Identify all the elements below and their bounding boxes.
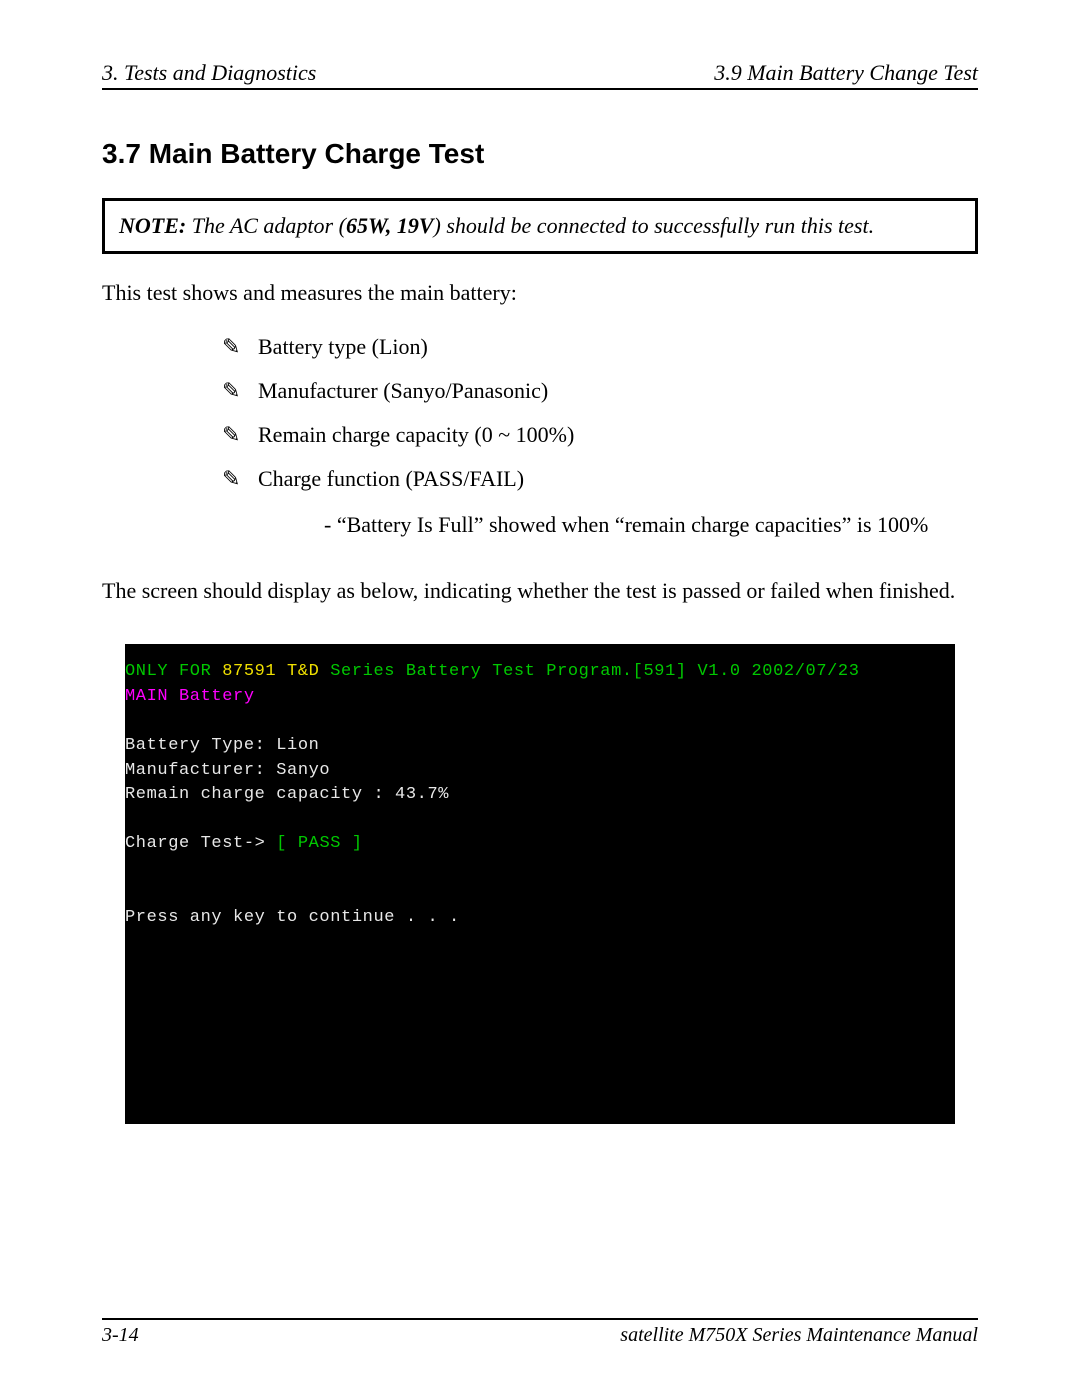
page-footer: 3-14 satellite M750X Series Maintenance …	[102, 1318, 978, 1347]
header-right: 3.9 Main Battery Change Test	[714, 60, 978, 86]
intro-paragraph: This test shows and measures the main ba…	[102, 280, 978, 306]
after-list-paragraph: The screen should display as below, indi…	[102, 578, 978, 604]
feature-list: ✎Battery type (Lion) ✎Manufacturer (Sany…	[222, 334, 978, 492]
pencil-icon: ✎	[222, 466, 258, 492]
list-item-text: Battery type (Lion)	[258, 334, 428, 360]
section-title: 3.7 Main Battery Charge Test	[102, 138, 978, 170]
terminal-line-6a: Charge Test->	[125, 834, 276, 853]
list-item: ✎Remain charge capacity (0 ~ 100%)	[222, 422, 978, 448]
page-header: 3. Tests and Diagnostics 3.9 Main Batter…	[102, 60, 978, 90]
header-left: 3. Tests and Diagnostics	[102, 60, 316, 86]
list-item-text: Manufacturer (Sanyo/Panasonic)	[258, 378, 548, 404]
note-text-before: The AC adaptor (	[186, 213, 346, 238]
terminal-screenshot: ONLY FOR 87591 T&D Series Battery Test P…	[125, 644, 955, 1124]
note-text-after: ) should be connected to successfully ru…	[434, 213, 875, 238]
note-label: NOTE:	[119, 213, 186, 238]
terminal-line-2: MAIN Battery	[125, 687, 255, 706]
list-item: ✎Charge function (PASS/FAIL)	[222, 466, 978, 492]
terminal-line-5: Remain charge capacity : 43.7%	[125, 785, 449, 804]
pencil-icon: ✎	[222, 378, 258, 404]
note-box: NOTE: The AC adaptor (65W, 19V) should b…	[102, 198, 978, 254]
terminal-line-6b: [ PASS ]	[276, 834, 362, 853]
terminal-line-4: Manufacturer: Sanyo	[125, 761, 330, 780]
pencil-icon: ✎	[222, 334, 258, 360]
pencil-icon: ✎	[222, 422, 258, 448]
list-item: ✎Manufacturer (Sanyo/Panasonic)	[222, 378, 978, 404]
list-item-text: Remain charge capacity (0 ~ 100%)	[258, 422, 574, 448]
footer-left: 3-14	[102, 1324, 139, 1347]
list-item: ✎Battery type (Lion)	[222, 334, 978, 360]
terminal-line-7: Press any key to continue . . .	[125, 908, 460, 927]
note-bold: 65W, 19V	[346, 213, 434, 238]
terminal-line-3: Battery Type: Lion	[125, 736, 319, 755]
list-subnote: - “Battery Is Full” showed when “remain …	[324, 512, 978, 538]
terminal-line-1a: ONLY FOR	[125, 662, 222, 681]
terminal-line-1c: Series Battery Test Program.[591] V1.0 2…	[319, 662, 859, 681]
footer-right: satellite M750X Series Maintenance Manua…	[620, 1324, 978, 1347]
terminal-line-1b: 87591 T&D	[222, 662, 319, 681]
list-item-text: Charge function (PASS/FAIL)	[258, 466, 524, 492]
